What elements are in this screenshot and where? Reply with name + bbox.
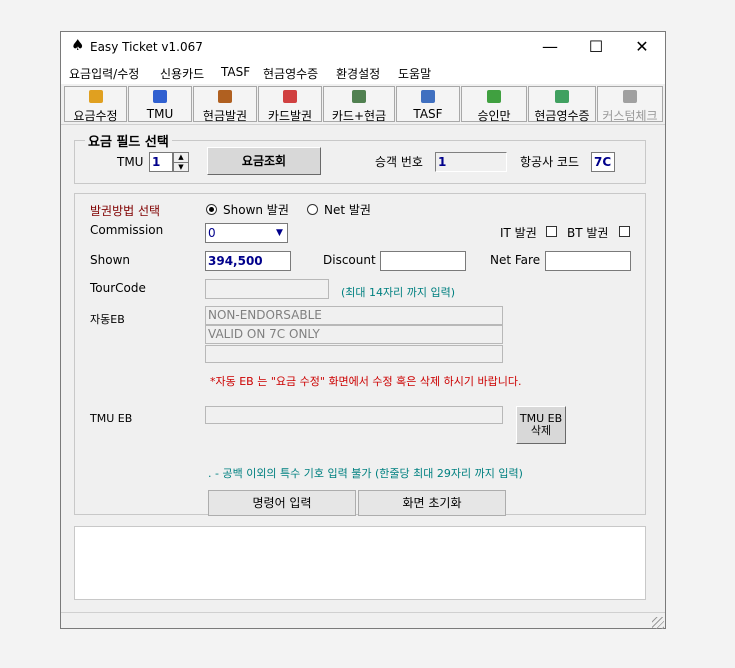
spade-icon: ♠ [71,36,85,54]
toolbar-label: 현금발권 [202,109,248,123]
window-title: Easy Ticket v1.067 [90,40,203,54]
tmu-spinner[interactable]: ▲ ▼ [173,152,189,172]
menu-credit-card[interactable]: 신용카드 [160,65,204,82]
toolbar-card-issue-button[interactable]: 카드발권 [258,86,322,123]
toolbar-label: 커스텀체크 [602,109,658,123]
toolbar-card-cash-button[interactable]: 카드+현금 [323,86,395,123]
bt-issue-label: BT 발권 [567,226,609,240]
cash-icon [218,90,232,103]
fare-lookup-button[interactable]: 요금조회 [207,147,321,175]
discount-label: Discount [323,253,376,267]
minimize-button[interactable]: — [527,32,573,62]
tmu-input[interactable]: 1 [149,152,173,172]
passenger-number-label: 승객 번호 [375,155,423,169]
toolbar-custom-check-button[interactable]: 커스텀체크 [597,86,663,123]
discount-input[interactable] [380,251,466,271]
commission-select[interactable]: 0 ▼ [205,223,288,243]
passenger-number-input[interactable]: 1 [435,152,507,172]
net-fare-input[interactable] [545,251,631,271]
printer-icon [623,90,637,103]
fare-field-group: 요금 필드 선택 TMU 1 ▲ ▼ 요금조회 승객 번호 1 항공사 코드 7… [74,131,646,184]
auto-eb-line-1: NON-ENDORSABLE [205,306,503,325]
toolbar-label: 카드발권 [267,109,313,123]
toolbar-label: TASF [413,107,443,121]
special-char-note: . - 공백 이외의 특수 기호 입력 불가 (한줄당 최대 29자리 까지 입… [208,467,523,480]
auto-eb-line-3 [205,345,503,363]
auto-eb-line-2: VALID ON 7C ONLY [205,325,503,344]
title-bar[interactable]: ♠ Easy Ticket v1.067 — ☐ ✕ [61,32,665,62]
tmu-label: TMU [117,155,144,169]
toolbar-label: 카드+현금 [331,109,387,123]
command-input-button[interactable]: 명령어 입력 [208,490,356,516]
shown-field-label: Shown [90,253,130,267]
resize-grip-icon[interactable] [652,617,664,629]
toolbar-tmu-button[interactable]: TMU [128,86,192,122]
it-issue-checkbox[interactable] [546,226,557,237]
app-window: ♠ Easy Ticket v1.067 — ☐ ✕ 요금입력/수정 신용카드 … [60,31,666,629]
toolbar-cash-issue-button[interactable]: 현금발권 [193,86,257,123]
status-bar [61,612,665,630]
output-textarea[interactable] [74,526,646,600]
tmu-eb-input[interactable] [205,406,503,424]
menu-settings[interactable]: 환경설정 [336,65,380,82]
money-icon [555,90,569,103]
calendar-icon [421,90,435,103]
toolbar-fare-edit-button[interactable]: 요금수정 [64,86,127,123]
menu-cash-receipt[interactable]: 현금영수증 [263,65,318,82]
card-icon [283,90,297,103]
maximize-button[interactable]: ☐ [573,32,619,62]
airline-code-input[interactable]: 7C [591,152,615,172]
tourcode-hint: (최대 14자리 까지 입력) [341,286,456,299]
close-button[interactable]: ✕ [619,32,665,62]
commission-value: 0 [208,226,216,240]
net-fare-label: Net Fare [490,253,541,267]
toolbar-approve-only-button[interactable]: 승인만 [461,86,527,123]
tmu-eb-delete-button[interactable]: TMU EB 삭제 [516,406,566,444]
tmu-eb-label: TMU EB [90,412,133,425]
issue-method-group: 발권방법 선택 Shown 발권 Net 발권 Commission 0 ▼ I… [74,193,646,516]
toolbar-label: 현금영수증 [534,109,590,123]
toolbar-cash-receipt-button[interactable]: 현금영수증 [528,86,596,123]
auto-eb-note: *자동 EB 는 "요금 수정" 화면에서 수정 혹은 삭제 하시기 바랍니다. [210,375,522,388]
shown-amount-input[interactable]: 394,500 [205,251,291,271]
toolbar-label: TMU [146,107,174,121]
shown-issue-label[interactable]: Shown 발권 [223,201,289,218]
approve-icon [487,90,501,103]
menu-tasf[interactable]: TASF [221,65,250,79]
fare-field-legend: 요금 필드 선택 [85,131,172,150]
menu-fare-input[interactable]: 요금입력/수정 [69,65,139,82]
cart-icon [352,90,366,103]
spin-down-icon[interactable]: ▼ [174,163,188,172]
tmu-eb-delete-label-2: 삭제 [530,424,552,437]
toolbar: 요금수정 TMU 현금발권 카드발권 카드+현금 TASF 승인만 현금영수증 [61,84,665,125]
tourcode-label: TourCode [90,281,146,295]
commission-label: Commission [90,223,164,237]
menu-help[interactable]: 도움말 [398,65,431,82]
reset-screen-button[interactable]: 화면 초기화 [358,490,506,516]
chevron-down-icon[interactable]: ▼ [272,224,287,242]
spin-up-icon[interactable]: ▲ [174,153,188,163]
tourcode-input[interactable] [205,279,329,299]
net-issue-radio[interactable] [307,204,318,215]
menu-bar: 요금입력/수정 신용카드 TASF 현금영수증 환경설정 도움말 [61,62,665,84]
net-issue-label[interactable]: Net 발권 [324,201,371,218]
edit-icon [88,90,103,103]
issue-method-label: 발권방법 선택 [90,204,161,218]
airline-code-label: 항공사 코드 [520,155,580,169]
auto-eb-label: 자동EB [90,313,125,326]
bt-issue-checkbox[interactable] [619,226,630,237]
toolbar-label: 승인만 [477,109,511,123]
shown-issue-radio[interactable] [206,204,217,215]
balls-icon [153,90,167,103]
toolbar-tasf-button[interactable]: TASF [396,86,460,122]
it-issue-label: IT 발권 [500,226,537,240]
toolbar-label: 요금수정 [73,109,118,123]
